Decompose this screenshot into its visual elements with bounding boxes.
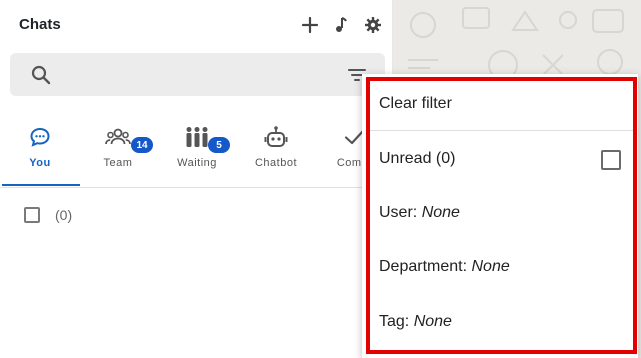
select-all-row: (0) — [24, 206, 72, 224]
user-value: None — [421, 204, 460, 221]
tab-team[interactable]: 14 Team — [78, 118, 158, 188]
department-filter-item[interactable]: Department: None — [362, 241, 638, 291]
chats-panel: Chats You 14 Team 5 Waiting Chatbot Comp… — [0, 0, 393, 358]
chats-header: Chats — [0, 0, 393, 50]
user-filter-text: User: None — [379, 204, 460, 222]
panel-title: Chats — [19, 16, 61, 33]
tab-label: Chatbot — [254, 157, 298, 169]
badge-count: 5 — [208, 137, 230, 153]
selected-count: (0) — [55, 207, 73, 223]
tag-label: Tag: — [379, 313, 410, 330]
user-label: User: — [379, 204, 418, 221]
menu-divider — [366, 130, 634, 131]
user-filter-item[interactable]: User: None — [362, 187, 638, 237]
tab-chatbot[interactable]: Chatbot — [236, 118, 316, 188]
badge-count: 14 — [131, 137, 153, 153]
tab-waiting[interactable]: 5 Waiting — [157, 118, 237, 188]
clear-filter-item[interactable]: Clear filter — [362, 78, 638, 128]
tab-label: Waiting — [177, 157, 217, 169]
department-filter-text: Department: None — [379, 258, 510, 276]
unread-filter-item[interactable]: Unread (0) — [362, 133, 638, 183]
tag-filter-item[interactable]: Tag: None — [362, 296, 638, 346]
filter-menu: Clear filter Unread (0) User: None Depar… — [362, 74, 638, 358]
search-bar — [10, 53, 385, 96]
tag-filter-text: Tag: None — [379, 313, 452, 331]
chat-tabs: You 14 Team 5 Waiting Chatbot Compl — [0, 118, 393, 188]
tab-you[interactable]: You — [0, 118, 80, 188]
tag-value: None — [413, 313, 452, 330]
tab-label: Team — [103, 157, 133, 169]
clear-filter-label: Clear filter — [379, 95, 452, 112]
search-input[interactable] — [62, 61, 342, 87]
chat-bubble-icon — [0, 124, 80, 150]
tab-label: You — [29, 157, 51, 169]
active-tab-indicator — [2, 184, 80, 186]
unread-label: Unread (0) — [379, 150, 456, 167]
robot-icon — [236, 124, 316, 150]
department-value: None — [471, 258, 510, 275]
unread-checkbox[interactable] — [601, 150, 621, 170]
search-icon[interactable] — [30, 64, 52, 86]
gear-icon[interactable] — [362, 14, 384, 36]
select-all-checkbox[interactable] — [24, 207, 40, 223]
plus-icon[interactable] — [299, 14, 321, 36]
department-label: Department: — [379, 258, 468, 275]
music-note-icon[interactable] — [330, 14, 352, 36]
